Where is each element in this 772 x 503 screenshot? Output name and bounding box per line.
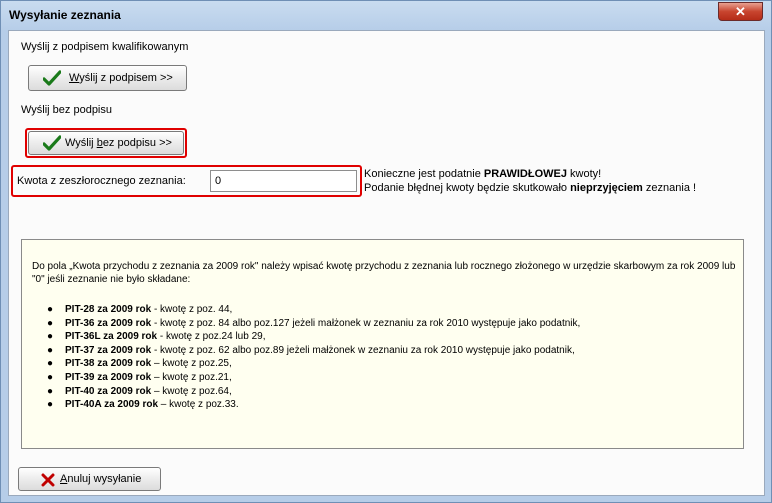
- dialog-body: Wyślij z podpisem kwalifikowanym Wyślij …: [8, 30, 765, 496]
- list-item: ● PIT-36 za 2009 rok - kwotę z poz. 84 al…: [47, 317, 581, 329]
- close-button[interactable]: ✕: [718, 2, 763, 21]
- list-item: ● PIT-37 za 2009 rok - kwotę z poz. 62 al…: [47, 344, 575, 356]
- warning-line-1: Konieczne jest podatnie PRAWIDŁOWEJ kwot…: [364, 168, 602, 180]
- dialog-window: Wysyłanie zeznania ✕ Wyślij z podpisem k…: [0, 0, 772, 503]
- amount-input[interactable]: 0: [210, 170, 357, 192]
- warning-line-2: Podanie błędnej kwoty będzie skutkowało …: [364, 182, 697, 194]
- close-icon: ✕: [735, 4, 746, 19]
- unsigned-section-label: Wyślij bez podpisu: [21, 104, 112, 116]
- send-signed-label: Wyślij z podpisem >>: [69, 72, 173, 84]
- cancel-send-button[interactable]: Anuluj wysyłanie: [18, 467, 161, 491]
- pit-list: ● PIT-28 za 2009 rok - kwotę z poz. 44, ●…: [47, 303, 580, 412]
- send-unsigned-label: Wyślij bez podpisu >>: [65, 137, 172, 149]
- amount-label: Kwota z zeszłorocznego zeznania:: [17, 175, 186, 187]
- send-signed-button[interactable]: Wyślij z podpisem >>: [28, 65, 187, 91]
- list-item: ● PIT-40A za 2009 rok – kwotę z poz.33.: [47, 399, 239, 411]
- amount-warning: Konieczne jest podatnie PRAWIDŁOWEJ kwot…: [364, 167, 696, 195]
- cancel-send-label: Anuluj wysyłanie: [60, 473, 142, 485]
- list-item: ● PIT-28 za 2009 rok - kwotę z poz. 44,: [47, 304, 233, 315]
- window-title: Wysyłanie zeznania: [9, 8, 121, 22]
- list-item: ● PIT-36L za 2009 rok - kwotę z poz.24 lu…: [47, 331, 266, 343]
- title-bar[interactable]: Wysyłanie zeznania ✕: [1, 1, 771, 29]
- check-icon: [43, 70, 61, 86]
- x-icon: [41, 473, 55, 487]
- list-item: ● PIT-38 za 2009 rok – kwotę z poz.25,: [47, 358, 232, 370]
- list-item: ● PIT-39 za 2009 rok – kwotę z poz.21,: [47, 371, 232, 383]
- info-intro: Do pola „Kwota przychodu z zeznania za 2…: [32, 261, 736, 285]
- info-panel: Do pola „Kwota przychodu z zeznania za 2…: [21, 239, 744, 449]
- list-item: ● PIT-40 za 2009 rok – kwotę z poz.64,: [47, 385, 232, 397]
- check-icon: [43, 135, 61, 151]
- send-unsigned-button[interactable]: Wyślij bez podpisu >>: [28, 131, 184, 155]
- signed-section-label: Wyślij z podpisem kwalifikowanym: [21, 41, 189, 53]
